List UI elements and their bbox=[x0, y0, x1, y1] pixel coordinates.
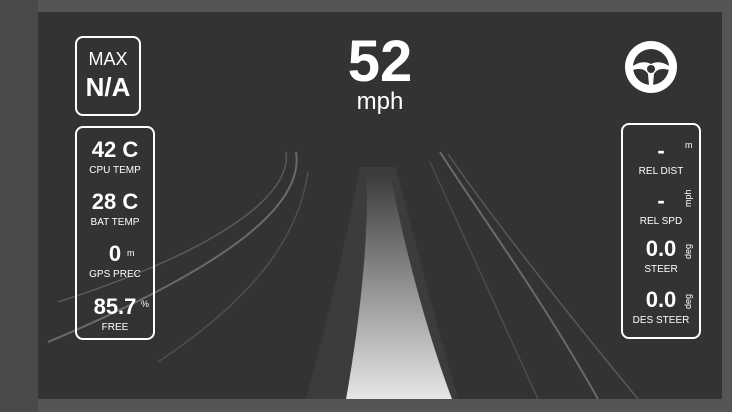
free-label: FREE bbox=[101, 322, 129, 333]
gps-prec-unit: m bbox=[127, 248, 135, 258]
bat-temp-label: BAT TEMP bbox=[90, 217, 140, 228]
bat-temp-metric: 28 C BAT TEMP bbox=[77, 190, 153, 229]
cpu-temp-value: 42 C bbox=[91, 137, 139, 162]
gps-prec-label: GPS PREC bbox=[89, 269, 141, 280]
road-edge-right-2 bbox=[447, 153, 639, 399]
free-unit: % bbox=[141, 299, 150, 309]
rel-dist-unit: m bbox=[685, 140, 693, 150]
bat-temp-value: 28 C bbox=[91, 189, 139, 214]
steer-unit: deg bbox=[683, 243, 693, 259]
speed-unit: mph bbox=[356, 88, 404, 115]
cpu-temp-label: CPU TEMP bbox=[89, 165, 141, 176]
device-frame: MAX N/A 52 mph 42 C CPU TEMP 28 C BAT TE… bbox=[0, 0, 732, 412]
gps-prec-metric: 0 GPS PREC bbox=[77, 242, 153, 281]
des-steer-unit: deg bbox=[683, 293, 693, 309]
car-state-panel: - REL DIST m - REL SPD mph 0.0 STEER deg… bbox=[621, 123, 701, 339]
gps-prec-value: 0 bbox=[108, 241, 122, 266]
device-stats-panel: 42 C CPU TEMP 28 C BAT TEMP 0 GPS PREC m… bbox=[75, 126, 155, 340]
cpu-temp-metric: 42 C CPU TEMP bbox=[77, 138, 153, 177]
driving-view: MAX N/A 52 mph 42 C CPU TEMP 28 C BAT TE… bbox=[38, 12, 722, 399]
speed-value: 52 bbox=[347, 29, 413, 94]
road-edge-right-1 bbox=[439, 151, 599, 399]
des-steer-label: DES STEER bbox=[632, 315, 690, 326]
steering-wheel-icon[interactable] bbox=[624, 40, 678, 94]
side-bar bbox=[0, 0, 38, 412]
rel-spd-unit: mph bbox=[683, 189, 693, 207]
rel-spd-label: REL SPD bbox=[639, 216, 683, 227]
road-edge-left-3 bbox=[157, 171, 309, 363]
rel-dist-label: REL DIST bbox=[638, 166, 684, 177]
speed-display: 52 mph bbox=[38, 30, 722, 114]
steer-label: STEER bbox=[644, 264, 678, 275]
